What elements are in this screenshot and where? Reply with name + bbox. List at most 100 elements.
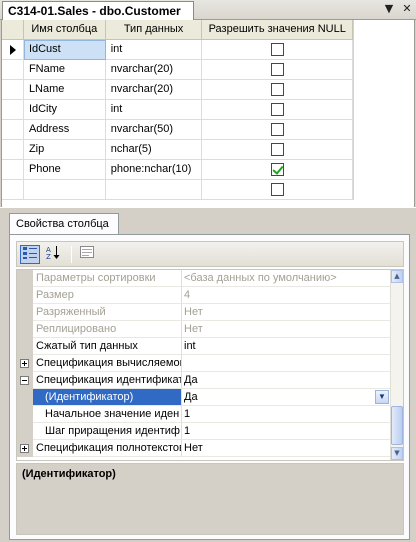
property-margin: [17, 423, 33, 440]
data-type-cell[interactable]: nchar(5): [105, 140, 203, 160]
property-value[interactable]: int: [182, 338, 391, 355]
property-row-selected[interactable]: (Идентификатор) Да ▼: [17, 389, 391, 406]
allow-nulls-cell: [202, 60, 354, 80]
data-type-cell[interactable]: [105, 180, 203, 200]
table-row[interactable]: [2, 180, 354, 200]
alphabetical-icon-graphic: A Z: [46, 246, 60, 261]
categorized-icon[interactable]: [20, 245, 40, 264]
property-value[interactable]: 1: [182, 406, 391, 423]
data-type-cell[interactable]: phone:nchar(10): [105, 160, 203, 180]
property-row[interactable]: Спецификация полнотекстов Нет: [17, 440, 391, 457]
property-margin: [17, 304, 33, 321]
table-row[interactable]: FName nvarchar(20): [2, 60, 354, 80]
property-margin: [17, 389, 33, 406]
column-name-cell[interactable]: Address: [23, 120, 106, 140]
property-row[interactable]: Сжатый тип данных int: [17, 338, 391, 355]
allow-nulls-checkbox[interactable]: [270, 83, 284, 96]
property-grid-scrollbar[interactable]: ▲ ▼: [390, 270, 403, 460]
property-value[interactable]: 4: [182, 287, 391, 304]
data-type-cell[interactable]: nvarchar(50): [105, 120, 203, 140]
allow-nulls-cell: [202, 40, 354, 60]
row-selector[interactable]: [2, 160, 24, 180]
table-row[interactable]: Address nvarchar(50): [2, 120, 354, 140]
collapse-minus-icon[interactable]: [20, 376, 29, 385]
toolbar-separator: [71, 246, 72, 263]
column-name-cell[interactable]: LName: [23, 80, 106, 100]
property-name: Размер: [33, 287, 182, 304]
allow-nulls-cell: [202, 100, 354, 120]
close-icon[interactable]: ✕: [400, 2, 414, 16]
row-selector[interactable]: [2, 60, 24, 80]
property-margin: [17, 440, 33, 457]
property-row[interactable]: Спецификация идентификат Да: [17, 372, 391, 389]
row-selector[interactable]: [2, 180, 24, 200]
property-row[interactable]: Параметры сортировки <база данных по умо…: [17, 270, 391, 287]
property-name: Разряженный: [33, 304, 182, 321]
column-name-cell[interactable]: FName: [23, 60, 106, 80]
data-type-header: Тип данных: [105, 20, 203, 40]
property-name: Спецификация идентификат: [33, 372, 182, 389]
table-row[interactable]: Phone phone:nchar(10): [2, 160, 354, 180]
document-tab[interactable]: C314-01.Sales - dbo.Customer: [2, 1, 194, 21]
column-name-cell[interactable]: Zip: [23, 140, 106, 160]
chevron-down-icon[interactable]: ▼: [375, 390, 389, 404]
tab-column-properties[interactable]: Свойства столбца: [9, 213, 119, 235]
column-name-cell[interactable]: [23, 180, 106, 200]
data-type-cell[interactable]: int: [105, 100, 203, 120]
data-type-cell[interactable]: int: [105, 40, 203, 60]
property-value[interactable]: 1: [182, 423, 391, 440]
row-selector[interactable]: [2, 40, 24, 60]
data-type-cell[interactable]: nvarchar(20): [105, 60, 203, 80]
allow-nulls-cell: [202, 160, 354, 180]
row-selector[interactable]: [2, 100, 24, 120]
scroll-thumb[interactable]: [391, 406, 403, 445]
row-selector[interactable]: [2, 140, 24, 160]
column-name-cell[interactable]: IdCust: [23, 40, 106, 60]
document-tab-strip: C314-01.Sales - dbo.Customer ▼ ✕: [0, 0, 416, 21]
property-value[interactable]: Да: [182, 372, 391, 389]
property-margin: [17, 406, 33, 423]
property-value[interactable]: <база данных по умолчанию>: [182, 270, 391, 287]
data-type-cell[interactable]: nvarchar(20): [105, 80, 203, 100]
allow-nulls-header: Разрешить значения NULL: [202, 20, 353, 40]
property-value[interactable]: Нет: [182, 304, 391, 321]
allow-nulls-checkbox[interactable]: [270, 123, 284, 136]
row-selector[interactable]: [2, 120, 24, 140]
allow-nulls-checkbox[interactable]: [270, 63, 284, 76]
alphabetical-icon[interactable]: A Z: [43, 245, 63, 264]
allow-nulls-checkbox[interactable]: [270, 143, 284, 156]
table-row[interactable]: LName nvarchar(20): [2, 80, 354, 100]
property-value[interactable]: Нет: [182, 440, 391, 457]
table-row[interactable]: IdCust int: [2, 40, 354, 60]
property-value-dropdown[interactable]: Да ▼: [182, 389, 391, 406]
scroll-down-icon[interactable]: ▼: [391, 447, 403, 460]
scroll-up-icon[interactable]: ▲: [391, 270, 403, 283]
property-row[interactable]: Реплицировано Нет: [17, 321, 391, 338]
property-value[interactable]: [182, 355, 391, 372]
allow-nulls-cell: [202, 140, 354, 160]
property-value[interactable]: Нет: [182, 321, 391, 338]
property-row[interactable]: Начальное значение иден 1: [17, 406, 391, 423]
window-position-icon[interactable]: ▼: [382, 2, 396, 16]
property-pages-icon[interactable]: [77, 245, 97, 264]
expand-plus-icon[interactable]: [20, 359, 29, 368]
allow-nulls-checkbox[interactable]: [270, 183, 284, 196]
allow-nulls-checkbox[interactable]: [270, 103, 284, 116]
property-row[interactable]: Размер 4: [17, 287, 391, 304]
allow-nulls-checkbox[interactable]: [270, 43, 284, 56]
tab-column-properties-label: Свойства столбца: [16, 218, 109, 230]
property-row[interactable]: Шаг приращения идентиф 1: [17, 423, 391, 440]
allow-nulls-checkbox[interactable]: [270, 163, 284, 176]
property-margin: [17, 270, 33, 287]
property-row[interactable]: Разряженный Нет: [17, 304, 391, 321]
column-name-cell[interactable]: IdCity: [23, 100, 106, 120]
current-row-arrow-icon: [10, 45, 16, 55]
table-row[interactable]: Zip nchar(5): [2, 140, 354, 160]
row-selector[interactable]: [2, 80, 24, 100]
property-value-text: Да: [184, 391, 198, 403]
categorized-icon-graphic: [23, 247, 37, 259]
table-row[interactable]: IdCity int: [2, 100, 354, 120]
expand-plus-icon[interactable]: [20, 444, 29, 453]
column-name-cell[interactable]: Phone: [23, 160, 106, 180]
property-row[interactable]: Спецификация вычисляемого: [17, 355, 391, 372]
